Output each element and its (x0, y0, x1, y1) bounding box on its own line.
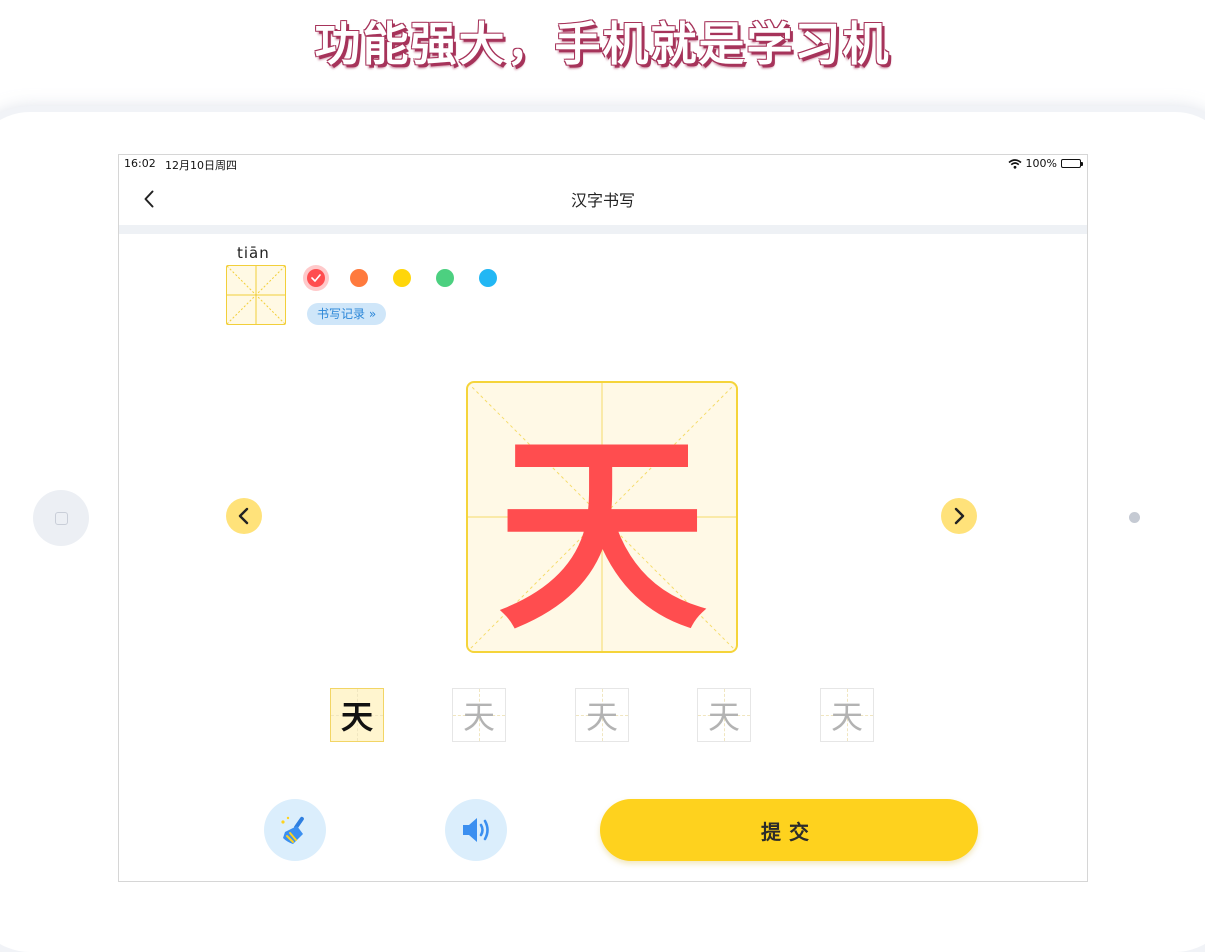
color-dot-orange[interactable] (350, 269, 368, 287)
nav-bar: 汉字书写 (119, 173, 1087, 225)
status-time: 16:02 (124, 157, 156, 170)
wifi-icon (1008, 158, 1022, 169)
next-char-button[interactable] (941, 498, 977, 534)
pinyin-label: tiān (237, 244, 270, 262)
grid-lines (226, 265, 286, 325)
thumbnail-char: 天 (340, 698, 373, 736)
thumbnail-char: 天 (585, 698, 618, 736)
app-screen: 16:02 12月10日周四 100% 汉字书写 tiān 书写记录 » 天 天… (118, 154, 1088, 882)
thumbnail-5[interactable]: 天 (820, 688, 874, 742)
broom-icon (281, 816, 304, 844)
prev-char-button[interactable] (226, 498, 262, 534)
thumbnail-2[interactable]: 天 (452, 688, 506, 742)
speaker-icon (463, 818, 489, 842)
thumbnail-3[interactable]: 天 (575, 688, 629, 742)
camera-dot (1129, 512, 1140, 523)
thumbnail-char: 天 (707, 698, 740, 736)
thumbnail-4[interactable]: 天 (697, 688, 751, 742)
thumbnail-1[interactable]: 天 (330, 688, 384, 742)
status-right: 100% (1008, 157, 1083, 170)
page-title: 汉字书写 (570, 191, 635, 210)
play-sound-button[interactable] (445, 799, 507, 861)
header-divider (119, 225, 1087, 234)
status-date: 12月10日周四 (165, 159, 237, 172)
written-character: 天 (496, 411, 707, 653)
status-bar: 16:02 12月10日周四 100% (119, 155, 1087, 173)
color-dot-green[interactable] (436, 269, 454, 287)
thumbnail-char: 天 (830, 698, 863, 736)
promo-headline: 功能强大，手机就是学习机 (314, 17, 891, 71)
color-dot-yellow[interactable] (393, 269, 411, 287)
submit-button[interactable]: 提交 (600, 799, 978, 861)
check-icon (311, 274, 321, 282)
thumbnail-char: 天 (462, 698, 495, 736)
battery-icon (1061, 159, 1083, 168)
home-button[interactable] (33, 490, 89, 546)
writing-history-button[interactable]: 书写记录 » (307, 303, 387, 325)
color-dot-blue[interactable] (479, 269, 497, 287)
chevron-left-icon (238, 507, 249, 525)
color-dot-red[interactable] (307, 269, 325, 287)
writing-grid[interactable]: 天 (466, 381, 738, 653)
mini-char-grid (226, 265, 286, 325)
chevron-right-icon (954, 507, 965, 525)
battery-percent: 100% (1025, 157, 1057, 170)
color-picker (307, 269, 522, 287)
clear-button[interactable] (264, 799, 326, 861)
